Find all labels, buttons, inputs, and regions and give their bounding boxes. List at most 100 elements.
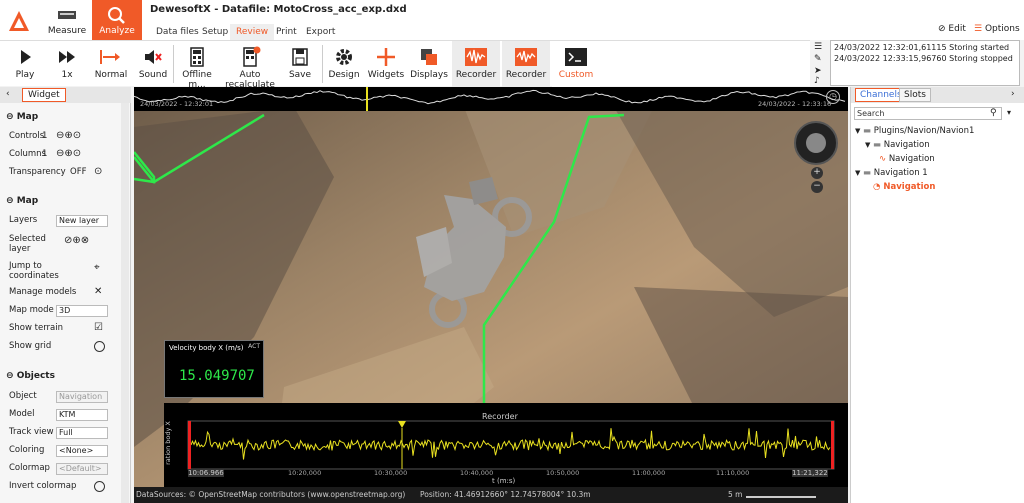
velocity-digital-meter[interactable]: Velocity body X (m/s) ACT 15.049707 [164,340,264,398]
normal-play-icon [100,50,120,64]
sound-button[interactable]: Sound [136,41,170,87]
transparency-value[interactable]: OFF [70,167,86,177]
tree-label: Navigation [883,140,930,150]
colormap-label: Colormap [9,463,50,473]
design-button[interactable]: Design [326,41,362,87]
stepper-icons[interactable]: ⊖⊕⊙ [56,148,81,159]
tree-node-navigation-channel[interactable]: ∿ Navigation [879,154,935,164]
recorder-display[interactable]: Recorder ration body X t (m:s) 10:06.966… [164,403,848,487]
section-map[interactable]: ⊖ Map [0,194,120,208]
checked-icon[interactable]: ☑ [94,322,103,333]
widgets-button[interactable]: Widgets [366,41,406,87]
options-label: Options [984,24,1020,34]
datasources-text: DataSources: © OpenStreetMap contributor… [136,490,406,499]
section-map-controls[interactable]: ⊖ Map [0,110,120,124]
calculator-icon [190,47,204,67]
colormap-select[interactable]: <Default> [56,463,108,475]
tab-setup[interactable]: Setup [196,24,234,40]
invert-colormap-row: Invert colormap [0,481,118,492]
custom-display-button[interactable]: Custom [552,41,600,87]
object-select[interactable]: Navigation [56,391,108,403]
offline-math-button[interactable]: Offline m... [176,41,218,90]
options-button[interactable]: ☰ Options [974,24,1020,34]
fast-forward-icon [59,51,75,63]
tree-node-navigation-group[interactable]: ▼ ▬ Navigation [865,140,930,150]
x-tick-label: 10:20,000 [288,469,322,477]
tree-node-navigation-selected[interactable]: ◔ Navigation [873,182,935,192]
speed-button[interactable]: 1x [50,41,84,87]
layer-edit-delete-icons[interactable]: ⊘⊕⊗ [64,236,114,246]
map-navigation-wheel[interactable] [794,121,838,165]
plus-icon [377,48,395,66]
microphone-icon[interactable]: ♪ [814,76,820,86]
collapse-left-icon[interactable]: ‹ [6,89,10,99]
tab-print[interactable]: Print [270,24,303,40]
invert-colormap-label: Invert colormap [9,481,77,491]
unchecked-icon[interactable] [94,481,105,492]
analyze-mode-button[interactable]: Analyze [92,0,142,40]
chevron-down-icon[interactable]: ▾ [1007,108,1011,117]
displays-button[interactable]: Displays [410,41,448,87]
tab-export[interactable]: Export [300,24,341,40]
sound-label: Sound [138,70,168,80]
cursor-icon[interactable]: ➤ [814,66,822,76]
tab-slots[interactable]: Slots [899,88,931,102]
design-label: Design [328,70,360,80]
play-button[interactable]: Play [8,41,42,87]
meter-tag: ACT [248,343,260,350]
recorder-display-button-2[interactable]: Recorder [502,41,550,87]
folder-icon: ▬ [863,126,874,136]
controls-value: 1 [42,131,48,141]
section-objects[interactable]: ⊖ Objects [0,369,120,383]
crosshair-icon[interactable]: ⌖ [94,263,100,273]
waveform-icon [515,48,537,66]
overview-end-time: 24/03/2022 - 12:33:16 [758,100,832,108]
unchecked-icon[interactable] [94,341,105,352]
x-tick-label: 10:50,000 [546,469,580,477]
sound-mute-icon [145,50,162,64]
map-mode-select[interactable]: 3D [56,305,108,317]
normal-button[interactable]: Normal [92,41,130,87]
coloring-select[interactable]: <None> [56,445,108,457]
jump-label: Jump to coordinates [9,261,59,281]
measure-mode-button[interactable]: Measure [46,0,88,40]
toolbar-separator [173,45,174,83]
tab-widget[interactable]: Widget [22,88,66,102]
toolbar-separator [322,45,323,83]
tree-label: Navigation [888,154,935,164]
log-list-icon[interactable]: ☰ [814,42,822,52]
recorder-display-button[interactable]: Recorder [452,41,500,87]
section-title: Map [16,196,39,206]
collapse-right-icon[interactable]: › [1011,89,1015,99]
tree-node-plugins[interactable]: ▼ ▬ Plugins/Navion/Navion1 [855,126,974,136]
columns-label: Columns [9,149,46,159]
columns-value: 1 [42,149,48,159]
panel-scrollbar[interactable] [121,103,129,503]
custom-label: Custom [558,70,594,80]
model-select[interactable]: KTM [56,409,108,421]
auto-recalculate-button[interactable]: Auto recalculate [220,41,280,90]
edit-button[interactable]: ⊘ Edit [938,24,966,34]
stepper-icons[interactable]: ⊖⊕⊙ [56,130,81,141]
displays-label: Displays [410,70,448,80]
zoom-out-icon[interactable]: − [811,181,823,193]
track-view-select[interactable]: Full [56,427,108,439]
track-view-row: Track view Full [0,427,118,439]
chevron-down-icon[interactable]: ⊙ [94,166,102,177]
collapse-icon: ⊖ [6,196,14,206]
note-icon[interactable]: ✎ [814,54,822,64]
zoom-in-icon[interactable]: + [811,167,823,179]
tree-node-navigation-1[interactable]: ▼ ▬ Navigation 1 [855,168,928,178]
tab-review[interactable]: Review [230,24,275,40]
selected-layer-label: Selected layer [9,234,46,254]
normal-label: Normal [94,70,128,80]
clock-icon[interactable]: ◷ [826,90,840,104]
tools-icon[interactable]: ✕ [94,286,102,297]
save-button[interactable]: Save [284,41,316,87]
channel-search-input[interactable]: Search [854,107,1002,120]
meter-value: 15.049707 [179,368,255,384]
search-icon[interactable]: ⚲ [990,108,997,118]
manage-models-row: Manage models ✕ [0,286,118,297]
show-grid-label: Show grid [9,341,52,351]
layers-select[interactable]: New layer [56,215,108,227]
